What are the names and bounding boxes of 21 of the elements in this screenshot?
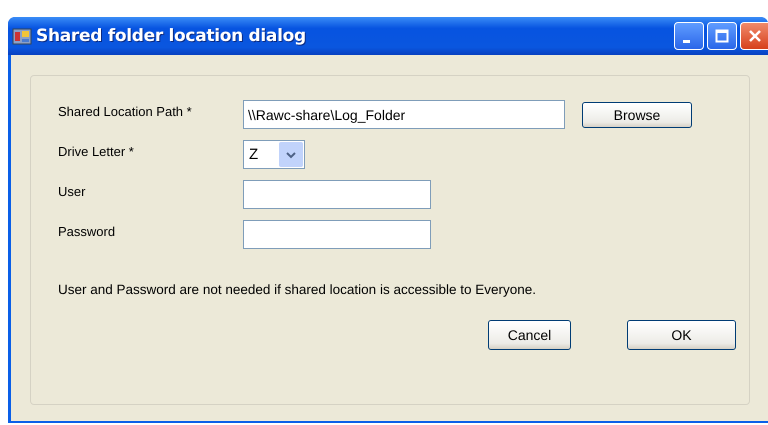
text-field[interactable] <box>243 220 431 249</box>
ok-button[interactable]: OK <box>627 320 736 350</box>
maximize-button[interactable] <box>707 22 737 50</box>
text-field[interactable]: \\Rawc-share\Log_Folder <box>243 100 565 129</box>
minimize-button[interactable] <box>674 22 704 50</box>
field-label: Password <box>58 224 116 239</box>
drive-dropdown[interactable]: Z <box>243 140 305 169</box>
minimize-icon <box>682 40 690 42</box>
browse-button[interactable]: Browse <box>582 102 692 128</box>
field-label: Shared Location Path * <box>58 104 193 119</box>
maximize-icon <box>715 29 729 43</box>
field-label: User <box>58 184 86 199</box>
field-label: Drive Letter * <box>58 144 135 159</box>
info-note: User and Password are not needed if shared location is accessible to Everyone. <box>58 282 538 297</box>
window-title: Shared folder location dialog <box>36 26 306 46</box>
close-icon <box>748 29 762 43</box>
cancel-button[interactable]: Cancel <box>488 320 571 350</box>
close-button[interactable] <box>740 22 768 50</box>
chevron-down-icon <box>286 150 296 158</box>
app-icon <box>12 27 32 45</box>
text-field[interactable] <box>243 180 431 209</box>
